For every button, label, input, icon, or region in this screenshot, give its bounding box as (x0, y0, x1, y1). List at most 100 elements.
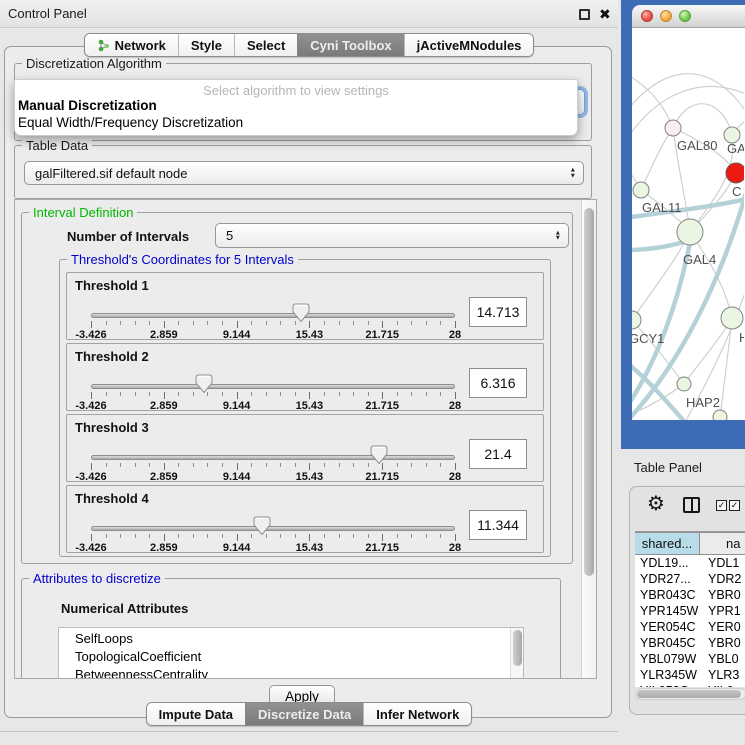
maximize-window-icon[interactable] (679, 10, 691, 22)
tick-mark (164, 392, 165, 399)
popup-option-manual-discretization[interactable]: Manual Discretization (15, 97, 577, 114)
table-row[interactable]: YBL079WYBL0 (635, 651, 745, 667)
threshold-label: Threshold 4 (75, 491, 149, 506)
table-row[interactable]: YBR045CYBR0 (635, 635, 745, 651)
tick-label: 28 (449, 329, 461, 341)
list-scrollbar-thumb[interactable] (513, 630, 522, 666)
network-node[interactable] (713, 410, 727, 420)
horizontal-scrollbar-thumb[interactable] (637, 690, 741, 698)
attribute-item[interactable]: BetweennessCentrality (75, 666, 523, 679)
num-intervals-combobox[interactable]: 5 ▲▼ (215, 223, 569, 248)
tick-label: 2.859 (150, 542, 178, 554)
tick-mark (440, 463, 441, 467)
close-icon[interactable]: ✖ (599, 5, 611, 23)
tick-mark (455, 463, 456, 470)
table-cell: YER0 (700, 619, 745, 635)
table-row[interactable]: YBR043CYBR0 (635, 587, 745, 603)
tick-mark (280, 534, 281, 538)
minimize-window-icon[interactable] (660, 10, 672, 22)
network-node-h[interactable] (721, 307, 743, 329)
tick-mark (91, 463, 92, 470)
tick-label: 9.144 (223, 542, 251, 554)
numerical-attributes-list[interactable]: SelfLoopsTopologicalCoefficientBetweenne… (58, 627, 524, 679)
vertical-scrollbar[interactable] (581, 200, 596, 678)
tick-mark (440, 321, 441, 325)
slider-track[interactable] (91, 455, 455, 460)
threshold-value-field[interactable]: 11.344 (469, 510, 527, 540)
tab-jactivemnodules[interactable]: jActiveMNodules (404, 34, 534, 56)
tab-infer-network[interactable]: Infer Network (363, 703, 471, 725)
column-header-shared-name[interactable]: shared... (635, 532, 700, 555)
tick-mark (135, 463, 136, 467)
table-row[interactable]: YER054CYER0 (635, 619, 745, 635)
tick-mark (135, 392, 136, 396)
tick-mark (411, 463, 412, 467)
network-node-gcy1[interactable] (632, 311, 641, 329)
table-row[interactable]: YDL19...YDL1 (635, 555, 745, 571)
top-tab-strip: NetworkStyleSelectCyni ToolboxjActiveMNo… (0, 33, 618, 57)
tick-mark (397, 321, 398, 325)
slider-thumb[interactable] (195, 374, 213, 394)
table-rows: YDL19...YDL1YDR27...YDR2YBR043CYBR0YPR14… (635, 555, 745, 687)
attribute-item[interactable]: SelfLoops (75, 630, 523, 648)
tick-mark (266, 392, 267, 396)
table-row[interactable]: YIL052CYIL0 (635, 683, 745, 687)
threshold-value-field[interactable]: 21.4 (469, 439, 527, 469)
tick-mark (106, 392, 107, 396)
columns-icon[interactable] (683, 497, 700, 513)
slider-track[interactable] (91, 526, 455, 531)
vertical-scrollbar-thumb[interactable] (584, 208, 594, 576)
table-row[interactable]: YDR27...YDR2 (635, 571, 745, 587)
checkbox-icon[interactable]: ✓ (729, 500, 740, 511)
slider-thumb[interactable] (370, 445, 388, 465)
checkbox-icon[interactable]: ✓ (716, 500, 727, 511)
table-cell: YDL1 (700, 555, 745, 571)
network-node-gal4[interactable] (677, 219, 703, 245)
table-data-combobox[interactable]: galFiltered.sif default node ▲▼ (24, 161, 584, 185)
network-graph[interactable]: GAL80GACGAL11GAL4GCY1HHAP2 (632, 28, 744, 420)
tab-style[interactable]: Style (178, 34, 234, 56)
tab-cyni-toolbox[interactable]: Cyni Toolbox (297, 34, 403, 56)
slider-thumb[interactable] (253, 516, 271, 536)
network-node-c[interactable] (726, 163, 744, 183)
threshold-value-field[interactable]: 14.713 (469, 297, 527, 327)
float-window-icon[interactable] (579, 9, 590, 20)
tab-impute-data[interactable]: Impute Data (147, 703, 245, 725)
network-node-hap2[interactable] (677, 377, 691, 391)
tick-label: 9.144 (223, 400, 251, 412)
slider-track[interactable] (91, 384, 455, 389)
popup-option-equal-width-frequency-discretization[interactable]: Equal Width/Frequency Discretization (15, 114, 577, 131)
table-row[interactable]: YPR145WYPR1 (635, 603, 745, 619)
horizontal-scrollbar[interactable] (635, 688, 745, 700)
table-cell: YDR27... (635, 571, 700, 587)
tick-mark (411, 534, 412, 538)
tick-label: -3.426 (75, 400, 106, 412)
tick-mark (237, 463, 238, 470)
node-label: HAP2 (686, 395, 720, 410)
tick-mark (324, 534, 325, 538)
tick-mark (309, 392, 310, 399)
slider-thumb[interactable] (292, 303, 310, 323)
threshold-value-field[interactable]: 6.316 (469, 368, 527, 398)
column-header-name[interactable]: na (700, 532, 745, 555)
network-window-titlebar[interactable] (632, 5, 745, 28)
tick-mark (193, 463, 194, 467)
tick-label: 15.43 (296, 329, 324, 341)
tab-network[interactable]: Network (85, 34, 178, 56)
gear-icon[interactable]: ⚙ (647, 492, 665, 516)
network-node-gal80[interactable] (665, 120, 681, 136)
network-canvas[interactable]: GAL80GACGAL11GAL4GCY1HHAP2 (632, 28, 745, 420)
close-window-icon[interactable] (641, 10, 653, 22)
tick-mark (193, 392, 194, 396)
tick-mark (295, 392, 296, 396)
network-node-gal11[interactable] (633, 182, 649, 198)
tab-select[interactable]: Select (234, 34, 297, 56)
node-label: H (739, 330, 744, 345)
table-row[interactable]: YLR345WYLR3 (635, 667, 745, 683)
tick-mark (426, 463, 427, 467)
attribute-item[interactable]: TopologicalCoefficient (75, 648, 523, 666)
tab-discretize-data[interactable]: Discretize Data (245, 703, 363, 725)
list-scrollbar[interactable] (510, 628, 523, 679)
threshold-card: Threshold 1-3.4262.8599.14415.4321.71528… (66, 272, 544, 340)
slider-track[interactable] (91, 313, 455, 318)
